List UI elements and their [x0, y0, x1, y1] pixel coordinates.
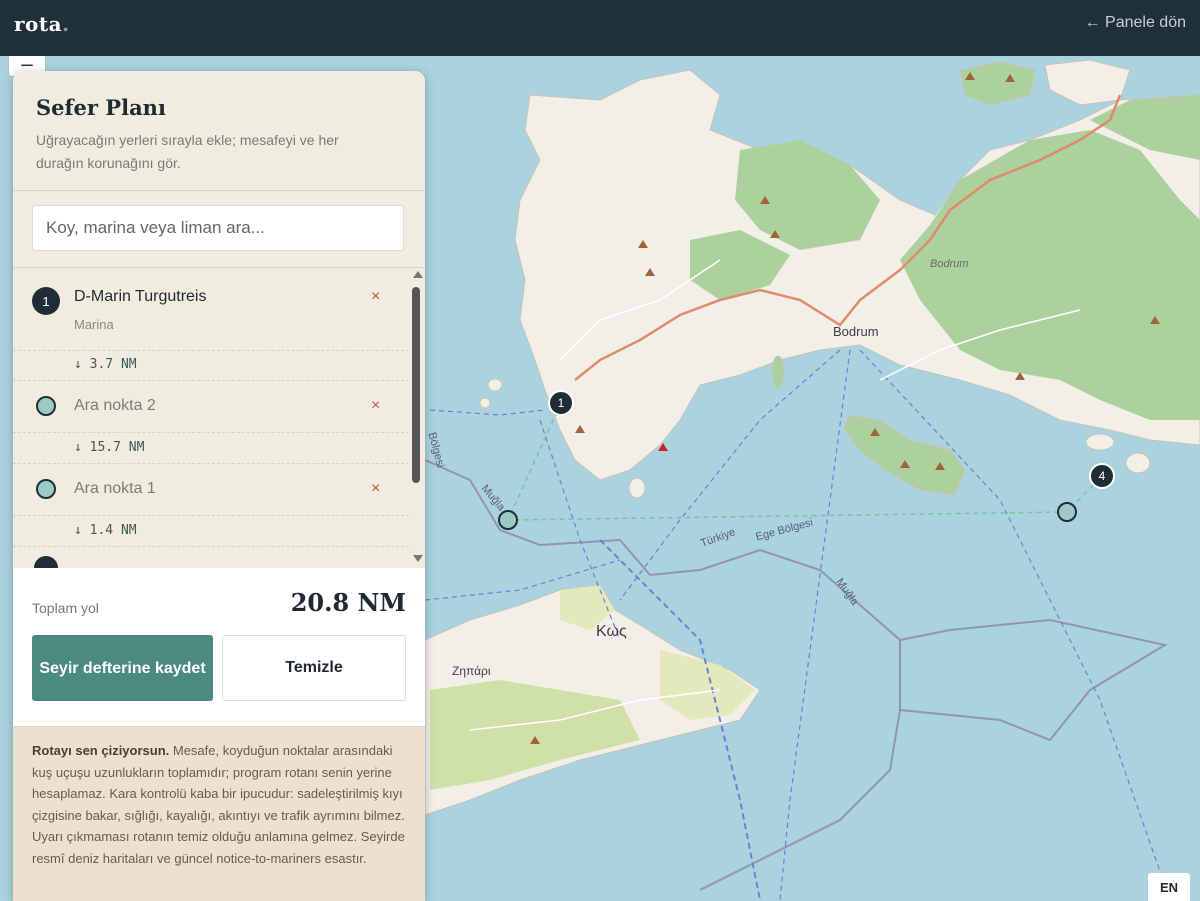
- stop-number-badge: 1: [32, 287, 60, 315]
- remove-stop-button[interactable]: ×: [371, 397, 380, 415]
- stop-list-scrollbar[interactable]: [409, 268, 425, 568]
- distance-row: ↓ 1.4 NM: [13, 516, 409, 547]
- route-marker-waypoint-a[interactable]: [498, 510, 518, 530]
- logo-dot: .: [62, 12, 70, 36]
- scroll-thumb[interactable]: [412, 287, 420, 483]
- stop-list[interactable]: 1 D-Marin Turgutreis Marina × ↓ 3.7 NM A…: [13, 268, 409, 568]
- panel-title: Sefer Planı: [36, 95, 166, 120]
- leg-distance: ↓ 15.7 NM: [74, 440, 145, 455]
- save-to-logbook-button[interactable]: Seyir defterine kaydet: [32, 635, 213, 701]
- distance-row: ↓ 15.7 NM: [13, 433, 409, 464]
- total-distance-value: 20.8 NM: [290, 588, 406, 617]
- stop-type: Marina: [74, 317, 114, 332]
- route-plan-panel: Sefer Planı Uğrayacağın yerleri sırayla …: [13, 71, 425, 901]
- total-distance-label: Toplam yol: [32, 600, 99, 616]
- leg-distance: ↓ 1.4 NM: [74, 523, 137, 538]
- summary-box: Toplam yol 20.8 NM Seyir defterine kayde…: [13, 568, 425, 726]
- map-label-bodrum-italic: Bodrum: [930, 258, 969, 270]
- language-toggle-button[interactable]: EN: [1148, 873, 1190, 901]
- scroll-down-arrow-icon[interactable]: [413, 555, 423, 562]
- distance-row: ↓ 3.7 NM: [13, 350, 409, 381]
- back-to-panel-link[interactable]: ← Panele dön: [1085, 14, 1186, 32]
- panel-description: Uğrayacağın yerleri sırayla ekle; mesafe…: [36, 132, 339, 171]
- app-root: rota. ← Panele dön Bodrum Bodrum Κως Ζηπ…: [0, 0, 1200, 901]
- top-bar: rota. ← Panele dön: [0, 0, 1200, 56]
- divider: [13, 190, 425, 191]
- scroll-up-arrow-icon[interactable]: [413, 271, 423, 278]
- map-label-kos: Κως: [596, 623, 627, 640]
- route-marker-4[interactable]: 4: [1089, 463, 1115, 489]
- logo[interactable]: rota.: [14, 12, 70, 36]
- next-stop-badge-partial: [34, 556, 58, 568]
- stop-item[interactable]: Ara nokta 1 ×: [13, 464, 409, 516]
- remove-stop-button[interactable]: ×: [371, 480, 380, 498]
- stop-name: D-Marin Turgutreis: [74, 288, 207, 305]
- clear-button[interactable]: Temizle: [222, 635, 406, 701]
- logo-text: rota: [14, 12, 63, 36]
- stop-name: Ara nokta 1: [74, 480, 156, 497]
- stop-name: Ara nokta 2: [74, 397, 156, 414]
- leg-distance: ↓ 3.7 NM: [74, 357, 137, 372]
- stop-item[interactable]: Ara nokta 2 ×: [13, 381, 409, 433]
- waypoint-dot-icon: [36, 396, 56, 416]
- waypoint-dot-icon: [36, 479, 56, 499]
- remove-stop-button[interactable]: ×: [371, 288, 380, 306]
- stop-item[interactable]: 1 D-Marin Turgutreis Marina ×: [13, 268, 409, 351]
- disclaimer-text: Rotayı sen çiziyorsun. Mesafe, koyduğun …: [32, 740, 410, 869]
- search-input[interactable]: [32, 205, 404, 251]
- map-label-zipari: Ζηπάρι: [452, 664, 491, 678]
- disclaimer-body: Mesafe, koyduğun noktalar arasındaki kuş…: [32, 743, 405, 866]
- map-label-bodrum: Bodrum: [833, 324, 879, 339]
- route-marker-waypoint-b[interactable]: [1057, 502, 1077, 522]
- route-marker-1[interactable]: 1: [548, 390, 574, 416]
- disclaimer-note: Rotayı sen çiziyorsun. Mesafe, koyduğun …: [13, 726, 425, 901]
- disclaimer-bold: Rotayı sen çiziyorsun.: [32, 743, 170, 758]
